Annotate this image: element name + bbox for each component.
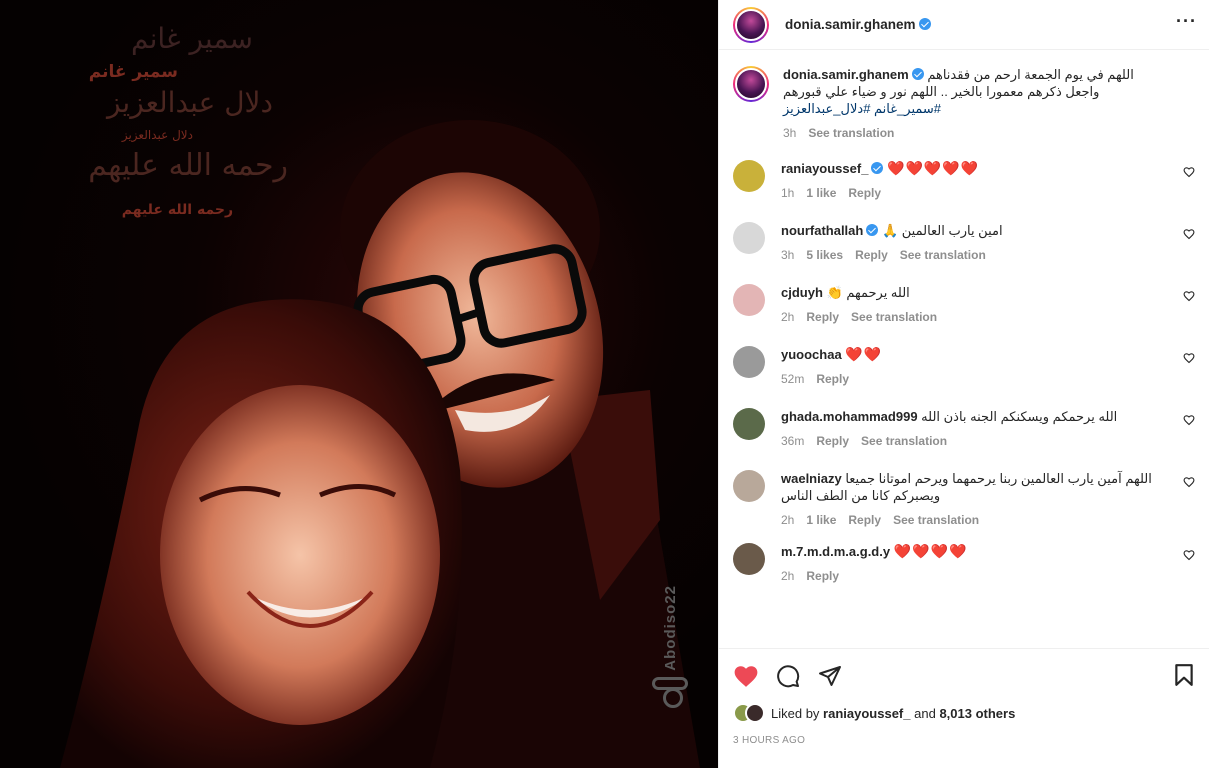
avatar[interactable] [733, 543, 765, 575]
comment-username[interactable]: cjduyh [781, 285, 823, 300]
caption-avatar[interactable] [733, 66, 769, 102]
comment-time: 36m [781, 434, 805, 448]
likes-summary: Liked by raniayoussef_ and 8,013 others [733, 703, 1195, 723]
heart-outline-icon[interactable] [1183, 228, 1195, 240]
camera-icon [652, 676, 688, 709]
comment-text: اللهم آمين يارب العالمين ربنا يرحمهما وي… [845, 471, 1152, 486]
avatar [745, 703, 765, 723]
heart-outline-icon[interactable] [1183, 414, 1195, 426]
watermark: Abodiso22 [650, 585, 690, 709]
comment-likes[interactable]: 1 like [806, 186, 836, 200]
comment-username[interactable]: yuoochaa [781, 347, 842, 362]
comment-likes[interactable]: 5 likes [806, 248, 843, 262]
bookmark-icon[interactable] [1173, 663, 1195, 687]
post-panel: donia.samir.ghanem ··· donia.samir.ghane… [718, 0, 1209, 768]
verified-icon [866, 224, 879, 236]
caption: donia.samir.ghanem اللهم في يوم الجمعة ا… [733, 50, 1195, 140]
verified-icon [871, 162, 884, 174]
comment-text-2: ويصبركم كانا من الطف الناس [781, 488, 941, 503]
comment-text: امين يارب العالمين 🙏 [881, 223, 1003, 238]
reply-button[interactable]: Reply [806, 310, 839, 324]
caption-username[interactable]: donia.samir.ghanem [783, 67, 924, 82]
comment-hearts: ❤️❤️❤️❤️❤️ [887, 160, 980, 176]
caption-text-2: واجعل ذكرهم معمورا بالخير .. اللهم نور و… [783, 84, 1100, 99]
liker-username[interactable]: raniayoussef_ [823, 706, 910, 721]
likes-count-link[interactable]: 8,013 others [939, 706, 1015, 721]
comment-username[interactable]: waelniazy [781, 471, 842, 486]
caption-hashtags[interactable]: #سمير_غانم #دلال_عبدالعزيز [783, 100, 1171, 117]
comment-time: 2h [781, 310, 795, 324]
comment-hearts: ❤️❤️❤️❤️ [893, 543, 968, 559]
heart-outline-icon[interactable] [1183, 290, 1195, 302]
post-header: donia.samir.ghanem ··· [719, 0, 1209, 50]
caption-time: 3h [783, 126, 797, 140]
avatar[interactable] [733, 160, 765, 192]
caption-text: اللهم في يوم الجمعة ارحم من فقدناهم [927, 67, 1134, 82]
comment-hearts: ❤️❤️ [845, 346, 883, 362]
comment-time: 52m [781, 372, 805, 386]
reply-button[interactable]: Reply [816, 372, 849, 386]
comments-list[interactable]: donia.samir.ghanem اللهم في يوم الجمعة ا… [719, 50, 1209, 648]
heart-outline-icon[interactable] [1183, 166, 1195, 178]
see-translation-link[interactable]: See translation [808, 126, 894, 140]
reply-button[interactable]: Reply [816, 434, 849, 448]
portrait-illustration [60, 120, 700, 768]
comment-time: 3h [781, 248, 795, 262]
comment-username[interactable]: raniayoussef_ [781, 161, 884, 176]
avatar[interactable] [733, 408, 765, 440]
post-image[interactable]: سمير غانم سمير غانم دلال عبدالعزيز دلال … [0, 0, 718, 768]
comment-username[interactable]: ghada.mohammad999 [781, 409, 918, 424]
comment-time: 2h [781, 513, 795, 527]
comment-username[interactable]: nourfathallah [781, 223, 879, 238]
verified-icon [918, 18, 931, 30]
see-translation-link[interactable]: See translation [900, 248, 986, 262]
avatar[interactable] [733, 470, 765, 502]
heart-outline-icon[interactable] [1183, 549, 1195, 561]
verified-icon [911, 68, 924, 80]
heart-outline-icon[interactable] [1183, 476, 1195, 488]
comment-icon[interactable] [775, 664, 801, 688]
author-avatar[interactable] [733, 6, 769, 43]
action-bar: Liked by raniayoussef_ and 8,013 others … [719, 648, 1209, 768]
author-username[interactable]: donia.samir.ghanem [785, 17, 931, 32]
reply-button[interactable]: Reply [848, 513, 881, 527]
avatar[interactable] [733, 284, 765, 316]
reply-button[interactable]: Reply [806, 569, 839, 583]
more-horizontal-icon[interactable]: ··· [1176, 12, 1197, 30]
comment-text: الله يرحمهم 👏 [826, 285, 910, 300]
see-translation-link[interactable]: See translation [851, 310, 937, 324]
comment-time: 2h [781, 569, 795, 583]
liker-avatars[interactable] [733, 703, 765, 723]
avatar[interactable] [733, 346, 765, 378]
comment-row: nourfathallah امين يارب العالمين 🙏 3h 5 l… [733, 222, 1195, 262]
avatar[interactable] [733, 222, 765, 254]
see-translation-link[interactable]: See translation [861, 434, 947, 448]
comment-row: raniayoussef_ ❤️❤️❤️❤️❤️ 1h 1 like Reply [733, 160, 1195, 200]
comment-row: waelniazy اللهم آمين يارب العالمين ربنا … [733, 470, 1195, 527]
comment-username[interactable]: m.7.m.d.m.a.g.d.y [781, 544, 890, 559]
post-timestamp: 3 HOURS AGO [733, 735, 806, 746]
comment-row: yuoochaa ❤️❤️ 52m Reply [733, 346, 1195, 386]
see-translation-link[interactable]: See translation [893, 513, 979, 527]
comment-row: m.7.m.d.m.a.g.d.y ❤️❤️❤️❤️ 2h Reply [733, 543, 1195, 583]
comment-text: الله يرحمكم ويسكنكم الجنه باذن الله [921, 409, 1118, 424]
comment-likes[interactable]: 1 like [806, 513, 836, 527]
comment-time: 1h [781, 186, 795, 200]
reply-button[interactable]: Reply [855, 248, 888, 262]
heart-filled-icon[interactable] [733, 664, 759, 688]
reply-button[interactable]: Reply [848, 186, 881, 200]
comment-row: ghada.mohammad999 الله يرحمكم ويسكنكم ال… [733, 408, 1195, 448]
send-icon[interactable] [817, 664, 843, 688]
heart-outline-icon[interactable] [1183, 352, 1195, 364]
comment-row: cjduyh الله يرحمهم 👏 2h Reply See translat… [733, 284, 1195, 324]
